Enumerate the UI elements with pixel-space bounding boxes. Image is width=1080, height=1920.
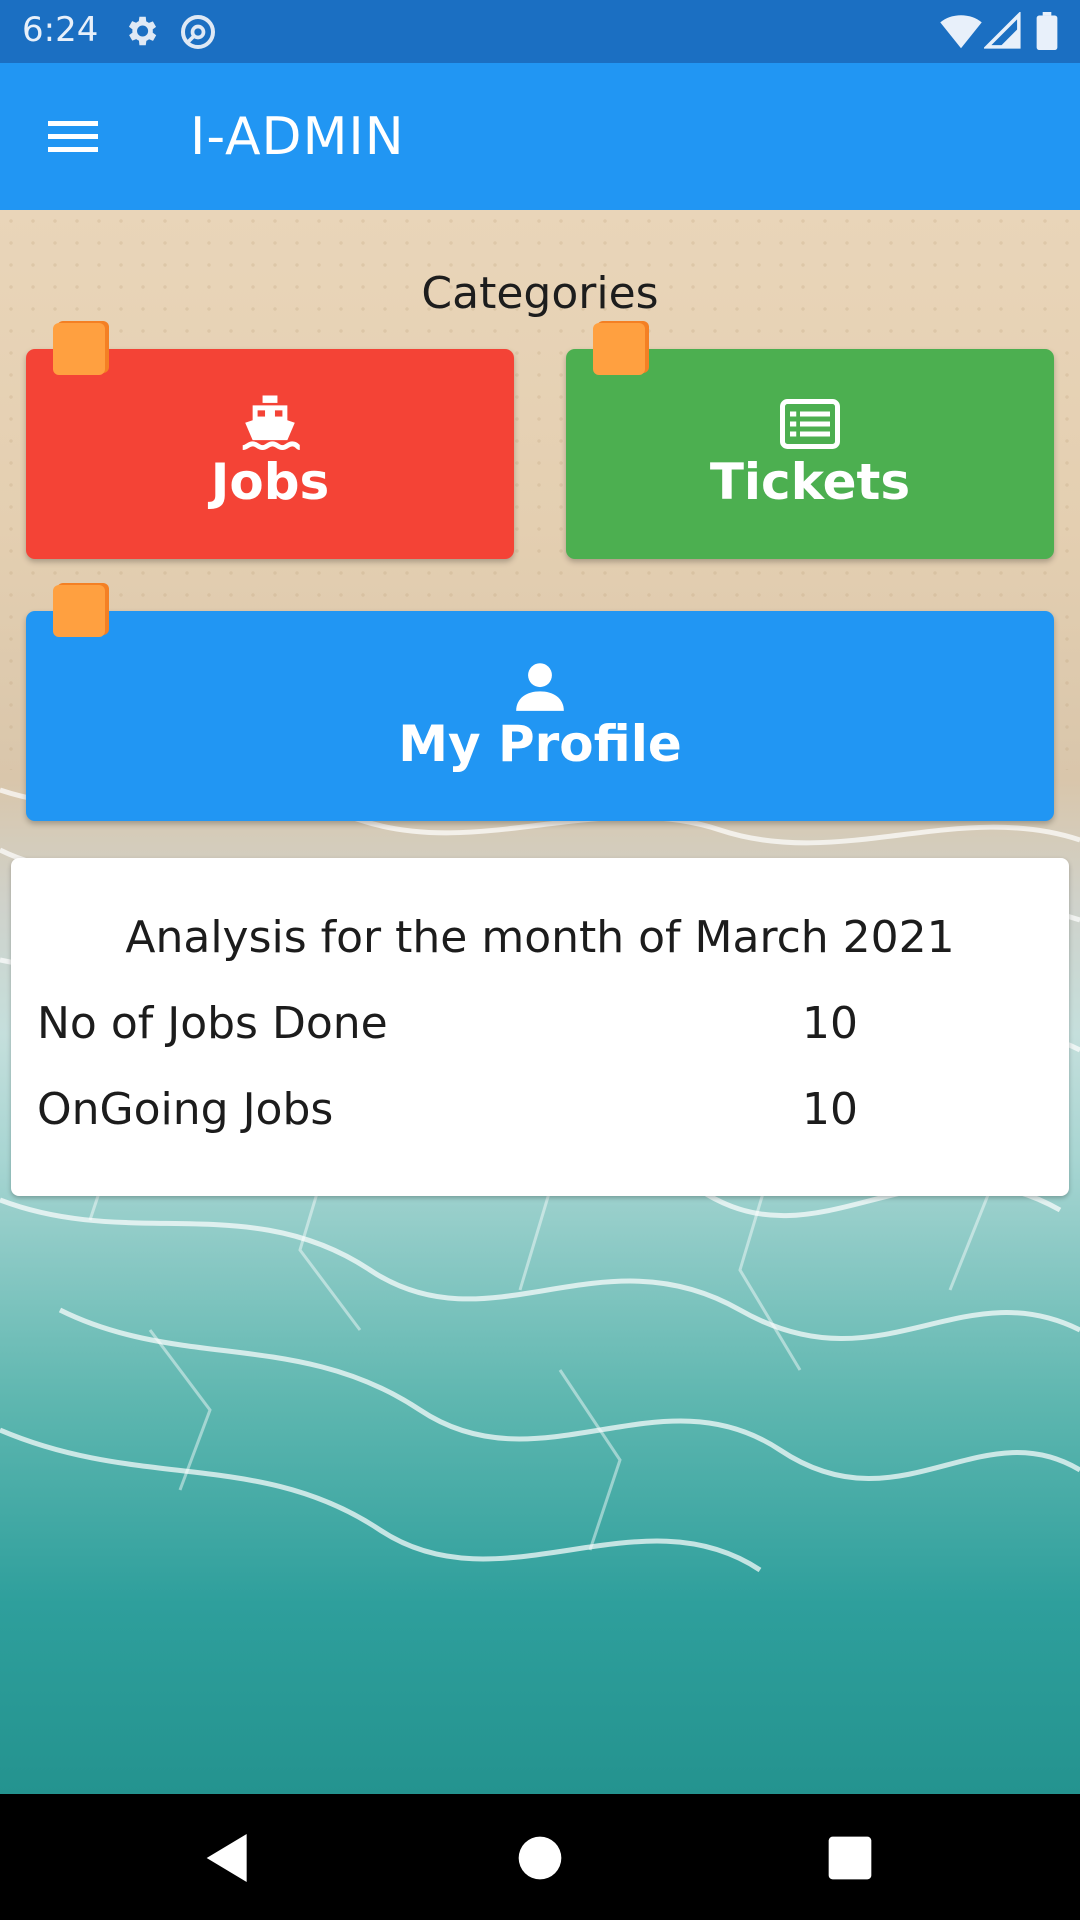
signal-icon bbox=[982, 10, 1022, 54]
tickets-tile[interactable]: Tickets bbox=[566, 323, 1054, 559]
menu-button[interactable] bbox=[38, 105, 108, 167]
app-title: I-ADMIN bbox=[190, 107, 405, 167]
person-icon bbox=[514, 661, 566, 715]
tile-flag bbox=[593, 323, 645, 375]
my-profile-tile[interactable]: My Profile bbox=[26, 585, 1054, 821]
my-profile-label: My Profile bbox=[398, 715, 682, 773]
stat-row-ongoing-jobs: OnGoing Jobs 10 bbox=[37, 1084, 1037, 1144]
home-icon bbox=[518, 1836, 562, 1880]
back-icon bbox=[206, 1834, 247, 1882]
gear-icon bbox=[122, 12, 160, 54]
status-time: 6:24 bbox=[22, 10, 99, 50]
wifi-icon bbox=[940, 12, 982, 54]
categories-title: Categories bbox=[421, 268, 659, 319]
list-icon bbox=[780, 399, 840, 453]
at-sign-icon bbox=[178, 12, 218, 56]
recents-icon bbox=[828, 1836, 872, 1880]
stat-row-jobs-done: No of Jobs Done 10 bbox=[37, 998, 1037, 1058]
jobs-label: Jobs bbox=[210, 453, 330, 511]
tile-flag bbox=[53, 585, 105, 637]
back-button[interactable] bbox=[196, 1826, 260, 1890]
system-nav-bar bbox=[0, 1794, 1080, 1920]
jobs-tile[interactable]: Jobs bbox=[26, 323, 514, 559]
home-button[interactable] bbox=[508, 1826, 572, 1890]
tickets-label: Tickets bbox=[709, 453, 911, 511]
stat-value: 10 bbox=[802, 998, 858, 1049]
menu-icon bbox=[48, 121, 98, 152]
analysis-card: Analysis for the month of March 2021 No … bbox=[11, 858, 1069, 1196]
tile-flag bbox=[53, 323, 105, 375]
battery-icon bbox=[1036, 12, 1058, 54]
stat-label: No of Jobs Done bbox=[37, 998, 388, 1049]
ship-icon bbox=[240, 393, 301, 459]
recents-button[interactable] bbox=[818, 1826, 882, 1890]
stat-value: 10 bbox=[802, 1084, 858, 1135]
app-bar: I-ADMIN bbox=[0, 63, 1080, 210]
status-bar: 6:24 bbox=[0, 0, 1080, 63]
analysis-title: Analysis for the month of March 2021 bbox=[125, 912, 955, 963]
stat-label: OnGoing Jobs bbox=[37, 1084, 334, 1135]
